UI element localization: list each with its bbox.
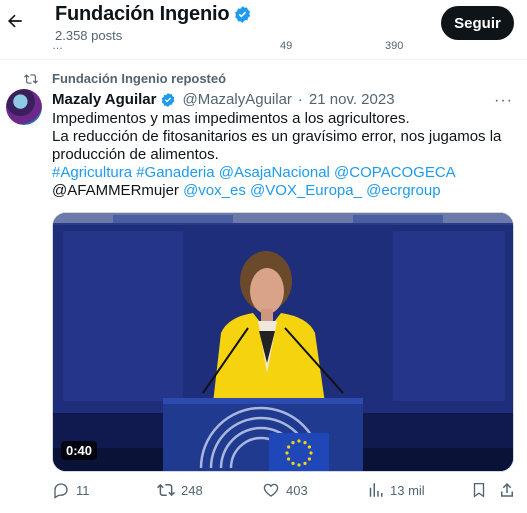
profile-header: Fundación Ingenio 2.358 posts Seguir … 4… [0,0,527,60]
peek-count: … [52,40,63,52]
repost-count: 248 [181,482,203,498]
reply-count: 11 [76,482,90,498]
repost-indicator[interactable]: Fundación Ingenio reposteó [24,71,226,86]
mention-plain: @AFAMMERmujer [52,182,184,199]
bookmark-icon [473,482,485,498]
repost-icon [24,73,38,84]
previous-post-actions-peek: … 49 390 [0,38,527,52]
back-button[interactable] [4,10,26,32]
tweet-actions: 11 248 403 13 mil [52,481,514,505]
bar-chart-icon [369,483,383,497]
video-duration: 0:40 [61,441,98,460]
bookmark-button[interactable] [470,481,488,499]
verified-badge-icon [235,6,251,23]
mention-links[interactable]: @vox_es @VOX_Europa_ @ecrgroup [183,182,440,199]
mentions-line: @AFAMMERmujer @vox_es @VOX_Europa_ @ecrg… [52,182,512,200]
like-count: 403 [286,482,308,498]
view-count: 13 mil [390,482,425,498]
profile-title: Fundación Ingenio [55,3,252,26]
author-handle[interactable]: @MazalyAguilar [182,91,291,108]
repost-label: Fundación Ingenio reposteó [52,71,227,86]
reply-icon [54,483,68,499]
follow-button[interactable]: Seguir [441,6,514,40]
share-button[interactable] [498,481,516,499]
verified-badge-icon [162,92,175,107]
heart-icon [263,483,279,497]
peek-count: 390 [385,40,404,52]
author-name[interactable]: Mazaly Aguilar [52,91,156,108]
more-options-button[interactable]: ··· [494,92,513,110]
share-icon [501,482,513,497]
tweet-author-row: Mazaly Aguilar @MazalyAguilar · 21 nov. … [52,91,395,108]
repost-button[interactable]: 248 [157,481,203,499]
tweet-text: Impedimentos y mas impedimentos a los ag… [52,110,512,200]
tweet-date[interactable]: 21 nov. 2023 [309,91,395,108]
avatar[interactable] [6,89,42,125]
arrow-left-icon [8,14,22,28]
hashtags-mentions[interactable]: #Agricultura #Ganaderia @AsajaNacional @… [52,164,512,182]
video-player[interactable]: 0:40 [52,212,514,472]
repost-icon [157,483,175,497]
tweet-line: La reducción de fitosanitarios es un gra… [52,128,502,145]
profile-name: Fundación Ingenio [55,3,230,25]
eu-flag-icon [269,433,329,471]
like-button[interactable]: 403 [262,481,308,499]
views-button[interactable]: 13 mil [366,481,425,499]
tweet-line: producción de alimentos. [52,146,219,163]
tweet-line: Impedimentos y mas impedimentos a los ag… [52,110,410,127]
peek-count: 49 [280,40,293,52]
separator-dot: · [297,91,303,108]
reply-button[interactable]: 11 [52,481,90,499]
